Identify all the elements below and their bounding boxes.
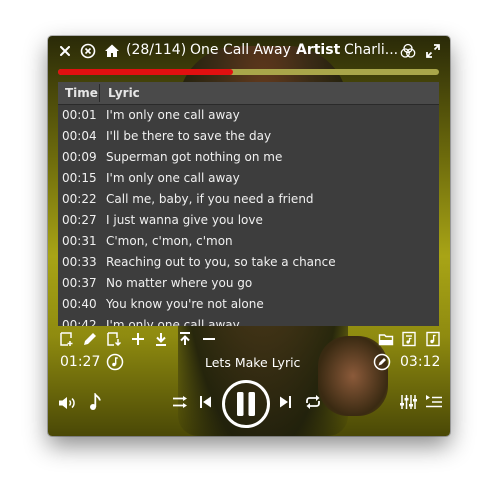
lyric-row[interactable]: 00:04 I'll be there to save the day — [58, 126, 439, 147]
lyric-row[interactable]: 00:15 I'm only one call away — [58, 168, 439, 189]
lyric-time: 00:09 — [62, 150, 97, 164]
lyric-row[interactable]: 00:27 I just wanna give you love — [58, 210, 439, 231]
download-icon[interactable] — [152, 330, 170, 348]
lyric-row[interactable]: 00:09 Superman got nothing on me — [58, 147, 439, 168]
lyric-text: Call me, baby, if you need a friend — [106, 192, 314, 206]
lyric-row[interactable]: 00:37 No matter where you go — [58, 273, 439, 294]
add-frame-icon[interactable] — [58, 330, 76, 348]
next-icon[interactable] — [277, 394, 293, 410]
lyric-time: 00:33 — [62, 255, 97, 269]
lyric-row[interactable]: 00:22 Call me, baby, if you need a friend — [58, 189, 439, 210]
title-bar: (28/114) One Call Away Artist Charli... — [48, 36, 450, 66]
triad-icon[interactable] — [400, 43, 416, 59]
minus-icon[interactable] — [200, 330, 218, 348]
progress-bar[interactable] — [58, 69, 439, 75]
stop-icon[interactable] — [80, 43, 96, 59]
music-note-doc-icon[interactable] — [424, 330, 442, 348]
header-time[interactable]: Time — [65, 86, 98, 100]
lyric-text: I'm only one call away — [106, 318, 240, 326]
previous-icon[interactable] — [198, 394, 214, 410]
lyric-time: 00:42 — [62, 318, 97, 326]
lyric-row[interactable]: 00:31 C'mon, c'mon, c'mon — [58, 231, 439, 252]
edit-circle-icon[interactable] — [373, 353, 391, 371]
playlist-icon[interactable] — [424, 393, 444, 411]
track-count: (28/114) — [126, 42, 187, 58]
lyric-time: 00:22 — [62, 192, 97, 206]
artist-name: Charli... — [344, 42, 399, 58]
lyric-time: 00:40 — [62, 297, 97, 311]
lyric-text: I just wanna give you love — [106, 213, 263, 227]
header-divider — [99, 84, 100, 102]
elapsed-time: 01:27 — [60, 354, 101, 370]
lyrics-table[interactable]: Time Lyric 00:01 I'm only one call away 00… — [58, 82, 439, 326]
lyric-text: I'm only one call away — [106, 108, 240, 122]
lyric-time: 00:27 — [62, 213, 97, 227]
lyric-doc-icon[interactable] — [400, 330, 418, 348]
upload-icon[interactable] — [176, 330, 194, 348]
folder-icon[interactable] — [377, 330, 395, 348]
lyric-text: Superman got nothing on me — [106, 150, 283, 164]
expand-icon[interactable] — [425, 43, 441, 59]
player-window: (28/114) One Call Away Artist Charli... … — [48, 36, 450, 436]
home-icon[interactable] — [104, 43, 120, 59]
album-art-detail — [318, 336, 388, 416]
lyric-time: 00:15 — [62, 171, 97, 185]
lyric-row[interactable]: 00:42 I'm only one call away — [58, 315, 439, 326]
lyric-text: I'm only one call away — [106, 171, 240, 185]
note-icon[interactable] — [86, 392, 104, 412]
lyrics-table-header: Time Lyric — [58, 82, 439, 105]
close-icon[interactable] — [57, 43, 73, 59]
pause-icon[interactable] — [221, 379, 271, 429]
plus-icon[interactable] — [129, 330, 147, 348]
music-note-icon[interactable] — [106, 353, 124, 371]
volume-icon[interactable] — [57, 394, 77, 412]
lyric-row[interactable]: 00:33 Reaching out to you, so take a chan… — [58, 252, 439, 273]
lyric-text: You know you're not alone — [106, 297, 264, 311]
lyric-text: Reaching out to you, so take a chance — [106, 255, 336, 269]
lyric-text: C'mon, c'mon, c'mon — [106, 234, 233, 248]
lyric-time: 00:04 — [62, 129, 97, 143]
total-time: 03:12 — [400, 354, 441, 370]
artist-label: Artist — [296, 42, 341, 58]
lyric-text: No matter where you go — [106, 276, 253, 290]
pencil-icon[interactable] — [81, 330, 99, 348]
lyric-time: 00:31 — [62, 234, 97, 248]
equalizer-icon[interactable] — [398, 393, 418, 411]
lyric-time: 00:01 — [62, 108, 97, 122]
song-title: One Call Away — [190, 42, 291, 58]
import-icon[interactable] — [105, 330, 123, 348]
shuffle-icon[interactable] — [172, 394, 190, 410]
repeat-icon[interactable] — [303, 393, 323, 411]
lyric-time: 00:37 — [62, 276, 97, 290]
lyric-row[interactable]: 00:01 I'm only one call away — [58, 105, 439, 126]
lyric-text: I'll be there to save the day — [106, 129, 272, 143]
lyric-row[interactable]: 00:40 You know you're not alone — [58, 294, 439, 315]
header-lyric[interactable]: Lyric — [108, 86, 140, 100]
progress-fill — [58, 69, 234, 75]
status-text: Lets Make Lyric — [205, 355, 301, 370]
